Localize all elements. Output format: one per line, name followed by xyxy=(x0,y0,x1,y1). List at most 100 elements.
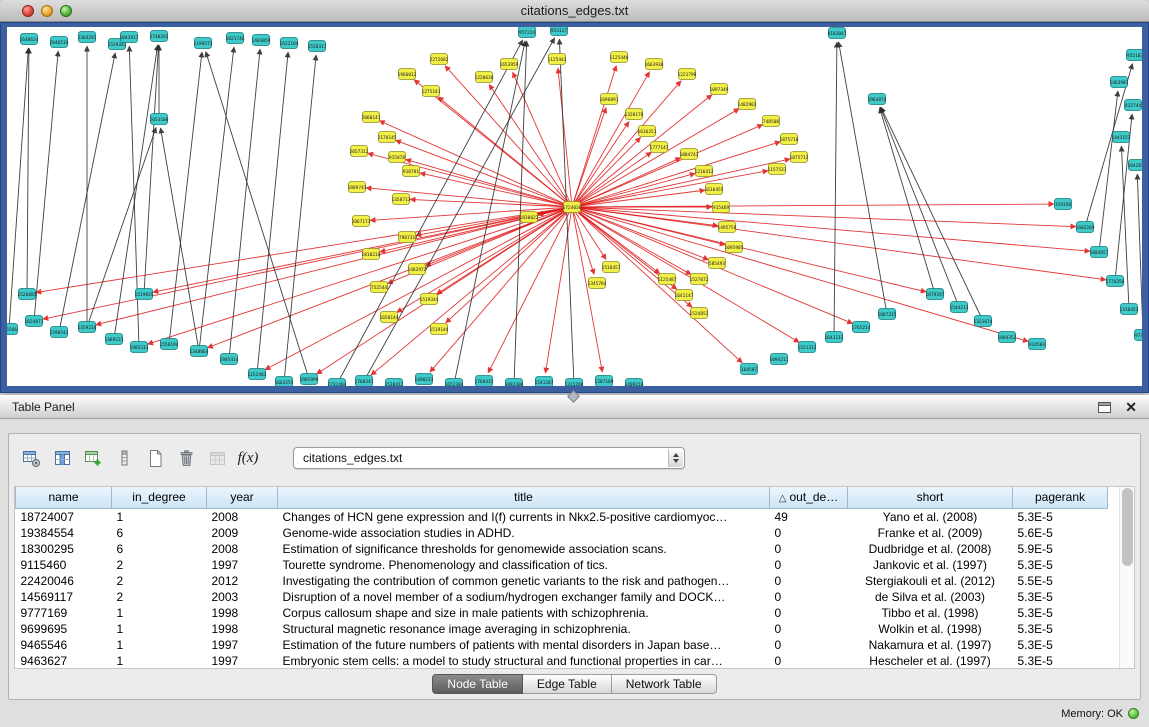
table-row[interactable]: 946362711997Embryonic stem cells: a mode… xyxy=(16,653,1108,669)
cell-title[interactable]: Embryonic stem cells: a model to study s… xyxy=(278,653,770,669)
graph-node[interactable]: 1519144 xyxy=(430,324,449,335)
graph-node[interactable]: 915566 xyxy=(7,324,18,335)
cell-name[interactable]: 14569117 xyxy=(16,589,112,605)
cell-pagerank[interactable]: 5.3E-5 xyxy=(1013,621,1108,637)
graph-edge[interactable] xyxy=(834,42,837,337)
graph-node[interactable]: 1409210 xyxy=(625,379,644,387)
graph-edge[interactable] xyxy=(572,207,1028,341)
graph-node[interactable]: 1632104 xyxy=(280,38,299,49)
graph-node[interactable]: 1679197 xyxy=(926,289,945,300)
cell-name[interactable]: 18724007 xyxy=(16,508,112,525)
network-graph[interactable]: 1724036112544311254401663930122179810973… xyxy=(7,27,1142,386)
graph-edge[interactable] xyxy=(880,107,959,307)
graph-node[interactable]: 1641147 xyxy=(675,290,694,301)
table-row[interactable]: 1872400712008Changes of HCN gene express… xyxy=(16,508,1108,525)
graph-node[interactable]: 1094211 xyxy=(770,354,789,365)
cell-year[interactable]: 2012 xyxy=(207,573,278,589)
graph-node[interactable]: 1320176 xyxy=(625,109,644,120)
graph-node[interactable]: 955103 xyxy=(1127,50,1143,61)
graph-edge[interactable] xyxy=(199,47,234,351)
graph-node[interactable]: 1042871 xyxy=(1128,160,1142,171)
table-row[interactable]: 1830029562008Estimation of significance … xyxy=(16,541,1108,557)
graph-node[interactable]: 1524852 xyxy=(690,308,709,319)
graph-node[interactable]: 1964874 xyxy=(868,94,887,105)
cell-pagerank[interactable]: 5.9E-5 xyxy=(1013,541,1108,557)
cell-pagerank[interactable]: 5.5E-5 xyxy=(1013,573,1108,589)
cell-name[interactable]: 9463627 xyxy=(16,653,112,669)
cell-name[interactable]: 9465546 xyxy=(16,637,112,653)
cell-in_degree[interactable]: 6 xyxy=(112,525,207,541)
cell-title[interactable]: Structural magnetic resonance image aver… xyxy=(278,621,770,637)
cell-out_de[interactable]: 0 xyxy=(770,557,848,573)
graph-node[interactable]: 1321674 xyxy=(974,316,993,327)
graph-node[interactable]: 1443153 xyxy=(1112,132,1131,143)
graph-node[interactable]: 1643113 xyxy=(825,332,844,343)
cell-out_de[interactable]: 0 xyxy=(770,573,848,589)
graph-node[interactable]: 1315208 xyxy=(565,379,584,387)
cell-short[interactable]: Dudbridge et al. (2008) xyxy=(848,541,1013,557)
graph-node[interactable]: 1875710 xyxy=(780,134,799,145)
graph-edge[interactable] xyxy=(257,52,288,374)
cell-in_degree[interactable]: 1 xyxy=(112,637,207,653)
column-header-in_degree[interactable]: in_degree xyxy=(112,487,207,508)
graph-node[interactable]: 1275141 xyxy=(422,86,441,97)
table-row[interactable]: 1938455462009Genome-wide association stu… xyxy=(16,525,1108,541)
graph-node[interactable]: 1483059 xyxy=(252,35,271,46)
graph-node[interactable]: 1724036 xyxy=(563,202,582,213)
graph-edge[interactable] xyxy=(129,46,139,347)
graph-node[interactable]: 1095905 xyxy=(725,242,744,253)
graph-edge[interactable] xyxy=(144,45,158,294)
cell-title[interactable]: Corpus callosum shape and size in male p… xyxy=(278,605,770,621)
cell-year[interactable]: 2008 xyxy=(207,508,278,525)
graph-node[interactable]: 1463901 xyxy=(1110,77,1129,88)
graph-node[interactable]: 977201 xyxy=(1135,330,1143,341)
graph-node[interactable]: 1024871 xyxy=(25,316,44,327)
graph-node[interactable]: 752544 xyxy=(371,282,388,293)
cell-out_de[interactable]: 0 xyxy=(770,637,848,653)
graph-node[interactable]: 1490213 xyxy=(415,374,434,385)
graph-node[interactable]: 1810218 xyxy=(362,249,381,260)
graph-edge[interactable] xyxy=(572,159,790,207)
cell-name[interactable]: 9115460 xyxy=(16,557,112,573)
graph-node[interactable]: 8183047 xyxy=(828,28,847,39)
graph-node[interactable]: 1875712 xyxy=(790,152,809,163)
graph-edge[interactable] xyxy=(572,207,799,342)
cell-pagerank[interactable]: 5.3E-5 xyxy=(1013,589,1108,605)
graph-node[interactable]: 1696091 xyxy=(600,94,619,105)
cell-year[interactable]: 1997 xyxy=(207,637,278,653)
graph-node[interactable]: 2526085 xyxy=(18,289,37,300)
graph-edge[interactable] xyxy=(572,207,602,372)
graph-edge[interactable] xyxy=(572,207,1090,251)
cell-in_degree[interactable]: 6 xyxy=(112,541,207,557)
cell-year[interactable]: 2009 xyxy=(207,525,278,541)
graph-node[interactable]: 1021746 xyxy=(226,33,245,44)
cell-year[interactable]: 1997 xyxy=(207,557,278,573)
table-row[interactable]: 946554611997Estimation of the future num… xyxy=(16,637,1108,653)
graph-edge[interactable] xyxy=(27,48,29,294)
cell-title[interactable]: Disruption of a novel member of a sodium… xyxy=(278,589,770,605)
graph-edge[interactable] xyxy=(9,48,28,329)
graph-node[interactable]: 1616455 xyxy=(705,184,724,195)
cell-out_de[interactable]: 0 xyxy=(770,589,848,605)
cell-short[interactable]: Hescheler et al. (1997) xyxy=(848,653,1013,669)
column-header-name[interactable]: name xyxy=(16,487,112,508)
delete-column-button[interactable] xyxy=(112,446,136,470)
graph-node[interactable]: 1495758 xyxy=(718,222,737,233)
cell-in_degree[interactable]: 1 xyxy=(112,653,207,669)
cell-name[interactable]: 18300295 xyxy=(16,541,112,557)
graph-node[interactable]: 1905414 xyxy=(220,354,239,365)
table-mode-button[interactable] xyxy=(19,446,43,470)
graph-node[interactable]: 1558317 xyxy=(308,41,327,52)
graph-node[interactable]: 1905999 xyxy=(300,374,319,385)
cell-in_degree[interactable]: 2 xyxy=(112,557,207,573)
graph-node[interactable]: 1770356 xyxy=(1106,276,1125,287)
cell-out_de[interactable]: 0 xyxy=(770,525,848,541)
graph-edge[interactable] xyxy=(438,97,572,207)
create-column-button[interactable] xyxy=(81,446,105,470)
graph-edge[interactable] xyxy=(206,52,309,379)
delete-table-button[interactable] xyxy=(174,446,198,470)
cell-name[interactable]: 9777169 xyxy=(16,605,112,621)
graph-node[interactable]: 1207109 xyxy=(595,376,614,387)
cell-year[interactable]: 1998 xyxy=(207,621,278,637)
graph-node[interactable]: 1358713 xyxy=(392,194,411,205)
